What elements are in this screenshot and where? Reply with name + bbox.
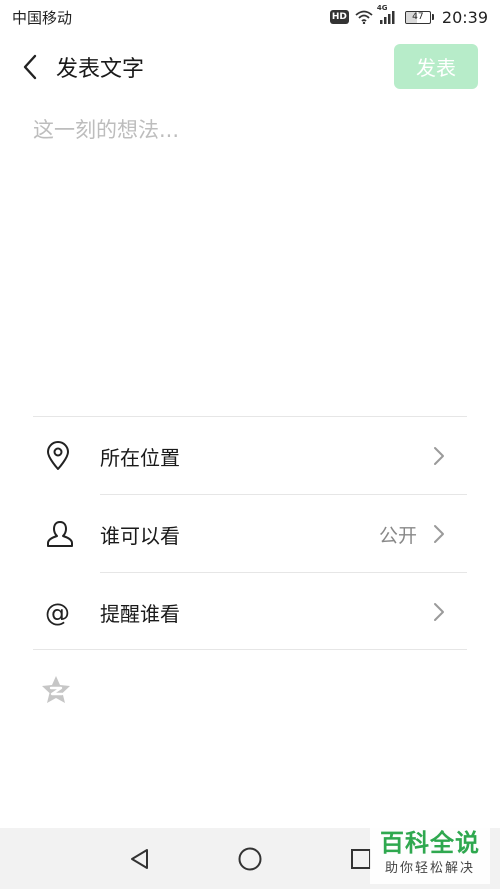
option-mention[interactable]: @ 提醒谁看	[33, 573, 467, 651]
wifi-icon	[355, 10, 373, 24]
post-text-input[interactable]	[33, 114, 467, 394]
hd-badge: HD	[329, 10, 349, 24]
back-button[interactable]	[10, 46, 52, 88]
chevron-right-icon	[427, 602, 451, 622]
option-value: 公开	[378, 524, 417, 547]
chevron-left-icon	[23, 54, 37, 80]
carrier-name: 中国移动	[12, 8, 73, 27]
option-visibility[interactable]: 谁可以看 公开	[33, 495, 467, 573]
option-label: 谁可以看	[100, 523, 180, 548]
network-type: 4G	[376, 4, 388, 12]
option-label: 所在位置	[100, 445, 180, 470]
qzone-star-icon[interactable]	[40, 674, 72, 706]
divider	[33, 649, 467, 650]
chevron-right-icon	[427, 446, 451, 466]
circle-home-icon	[238, 847, 262, 871]
at-sign-icon: @	[45, 597, 70, 627]
chevron-right-icon	[427, 524, 451, 544]
battery-percent: 47	[412, 11, 424, 22]
triangle-back-icon	[131, 849, 148, 869]
battery-icon: 47	[404, 10, 434, 24]
location-pin-icon	[33, 441, 87, 471]
publish-button[interactable]: 发表	[394, 44, 478, 89]
option-location[interactable]: 所在位置	[33, 417, 467, 495]
person-icon	[33, 519, 87, 549]
option-label: 提醒谁看	[100, 601, 180, 626]
page-title: 发表文字	[56, 57, 145, 82]
status-time: 20:39	[441, 7, 488, 27]
status-icons: HD 4G 47 20:39	[329, 4, 488, 27]
watermark-logo: 百科全说 助你轻松解决	[370, 826, 490, 884]
signal-icon: 4G	[377, 4, 399, 24]
watermark-title: 百科全说	[380, 829, 480, 857]
watermark-subtitle: 助你轻松解决	[384, 861, 475, 876]
nav-home-button[interactable]	[236, 845, 264, 873]
nav-back-button[interactable]	[126, 845, 154, 873]
status-bar: 中国移动 HD 4G 47 20:39	[0, 0, 500, 34]
header: 发表文字 发表	[0, 34, 500, 100]
